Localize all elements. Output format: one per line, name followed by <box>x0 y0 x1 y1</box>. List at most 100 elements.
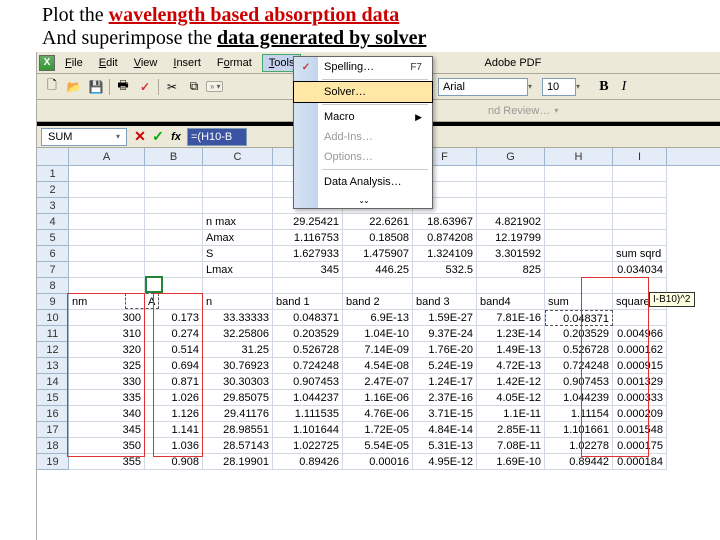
row-header[interactable]: 7 <box>37 262 69 278</box>
cell-F14[interactable]: 1.24E-17 <box>413 374 477 390</box>
cell-A17[interactable]: 345 <box>69 422 145 438</box>
cell-G18[interactable]: 7.08E-11 <box>477 438 545 454</box>
formula-bar[interactable]: =(H10-B <box>187 128 247 146</box>
cell-C12[interactable]: 31.25 <box>203 342 273 358</box>
row-header[interactable]: 14 <box>37 374 69 390</box>
cell-C17[interactable]: 28.98551 <box>203 422 273 438</box>
toolbar-expand[interactable]: »▾ <box>206 81 223 92</box>
cell-C8[interactable] <box>203 278 273 294</box>
cell-A8[interactable] <box>69 278 145 294</box>
menu-item-addins[interactable]: Add-Ins… <box>294 127 432 147</box>
cell-C4[interactable]: n max <box>203 214 273 230</box>
row-header[interactable]: 8 <box>37 278 69 294</box>
col-header-A[interactable]: A <box>69 148 145 165</box>
chevron-down-icon[interactable]: ▾ <box>576 82 584 91</box>
cell-D19[interactable]: 0.89426 <box>273 454 343 470</box>
cell-H3[interactable] <box>545 198 613 214</box>
grid-body[interactable]: 1234n max29.2542122.626118.639674.821902… <box>37 166 720 470</box>
cell-A15[interactable]: 335 <box>69 390 145 406</box>
row-header[interactable]: 15 <box>37 390 69 406</box>
cell-D7[interactable]: 345 <box>273 262 343 278</box>
cell-H4[interactable] <box>545 214 613 230</box>
cut-icon[interactable]: ✂ <box>161 77 183 97</box>
cell-E17[interactable]: 1.72E-05 <box>343 422 413 438</box>
cell-G8[interactable] <box>477 278 545 294</box>
cell-C15[interactable]: 29.85075 <box>203 390 273 406</box>
cell-G4[interactable]: 4.821902 <box>477 214 545 230</box>
name-box[interactable]: SUM▾ <box>41 128 127 146</box>
menu-format[interactable]: Format <box>211 55 258 71</box>
cell-A12[interactable]: 320 <box>69 342 145 358</box>
new-icon[interactable]: 🗋 <box>41 77 63 97</box>
cell-I18[interactable]: 0.000175 <box>613 438 667 454</box>
cell-F19[interactable]: 4.95E-12 <box>413 454 477 470</box>
cell-E9[interactable]: band 2 <box>343 294 413 310</box>
cell-D5[interactable]: 1.116753 <box>273 230 343 246</box>
cell-D9[interactable]: band 1 <box>273 294 343 310</box>
cell-F4[interactable]: 18.63967 <box>413 214 477 230</box>
cell-A14[interactable]: 330 <box>69 374 145 390</box>
cell-D12[interactable]: 0.526728 <box>273 342 343 358</box>
cell-C10[interactable]: 33.33333 <box>203 310 273 326</box>
cell-F5[interactable]: 0.874208 <box>413 230 477 246</box>
cell-G19[interactable]: 1.69E-10 <box>477 454 545 470</box>
cell-G7[interactable]: 825 <box>477 262 545 278</box>
row-header[interactable]: 6 <box>37 246 69 262</box>
cell-D17[interactable]: 1.101644 <box>273 422 343 438</box>
cell-A9[interactable]: nm <box>69 294 145 310</box>
copy-icon[interactable]: ⧉ <box>183 77 205 97</box>
cell-E14[interactable]: 2.47E-07 <box>343 374 413 390</box>
cell-C14[interactable]: 30.30303 <box>203 374 273 390</box>
cell-A16[interactable]: 340 <box>69 406 145 422</box>
row-header[interactable]: 18 <box>37 438 69 454</box>
cell-G16[interactable]: 1.1E-11 <box>477 406 545 422</box>
cell-I13[interactable]: 0.000915 <box>613 358 667 374</box>
cell-I11[interactable]: 0.004966 <box>613 326 667 342</box>
cell-A18[interactable]: 350 <box>69 438 145 454</box>
cell-E10[interactable]: 6.9E-13 <box>343 310 413 326</box>
cell-G3[interactable] <box>477 198 545 214</box>
menu-insert[interactable]: Insert <box>167 55 207 71</box>
cell-F10[interactable]: 1.59E-27 <box>413 310 477 326</box>
cell-E18[interactable]: 5.54E-05 <box>343 438 413 454</box>
cell-C6[interactable]: S <box>203 246 273 262</box>
cell-I17[interactable]: 0.001548 <box>613 422 667 438</box>
row-header[interactable]: 2 <box>37 182 69 198</box>
cell-I6[interactable]: sum sqrd <box>613 246 667 262</box>
cell-D11[interactable]: 0.203529 <box>273 326 343 342</box>
cell-D10[interactable]: 0.048371 <box>273 310 343 326</box>
cell-B4[interactable] <box>145 214 203 230</box>
cell-D6[interactable]: 1.627933 <box>273 246 343 262</box>
row-header[interactable]: 12 <box>37 342 69 358</box>
menu-item-solver[interactable]: Solver… <box>293 81 433 103</box>
menu-adobe-pdf[interactable]: Adobe PDF <box>478 55 547 71</box>
cell-G10[interactable]: 7.81E-16 <box>477 310 545 326</box>
cell-C18[interactable]: 28.57143 <box>203 438 273 454</box>
save-icon[interactable]: 💾 <box>85 77 107 97</box>
cell-F6[interactable]: 1.324109 <box>413 246 477 262</box>
cell-A3[interactable] <box>69 198 145 214</box>
cell-A5[interactable] <box>69 230 145 246</box>
font-selector[interactable]: Arial <box>438 78 528 96</box>
cell-A13[interactable]: 325 <box>69 358 145 374</box>
cell-I1[interactable] <box>613 166 667 182</box>
font-size-selector[interactable]: 10 <box>542 78 576 96</box>
cell-D13[interactable]: 0.724248 <box>273 358 343 374</box>
fx-button[interactable]: fx <box>167 128 185 146</box>
select-all-corner[interactable] <box>37 148 69 165</box>
cell-B11[interactable]: 0.274 <box>145 326 203 342</box>
cell-F15[interactable]: 2.37E-16 <box>413 390 477 406</box>
cell-G2[interactable] <box>477 182 545 198</box>
cell-A2[interactable] <box>69 182 145 198</box>
cell-E7[interactable]: 446.25 <box>343 262 413 278</box>
cell-I3[interactable] <box>613 198 667 214</box>
open-icon[interactable]: 📂 <box>63 77 85 97</box>
cell-G13[interactable]: 4.72E-13 <box>477 358 545 374</box>
cell-G17[interactable]: 2.85E-11 <box>477 422 545 438</box>
cell-H7[interactable] <box>545 262 613 278</box>
cell-C9[interactable]: n <box>203 294 273 310</box>
menu-edit[interactable]: Edit <box>93 55 124 71</box>
col-header-B[interactable]: B <box>145 148 203 165</box>
cell-F16[interactable]: 3.71E-15 <box>413 406 477 422</box>
cell-H13[interactable]: 0.724248 <box>545 358 613 374</box>
